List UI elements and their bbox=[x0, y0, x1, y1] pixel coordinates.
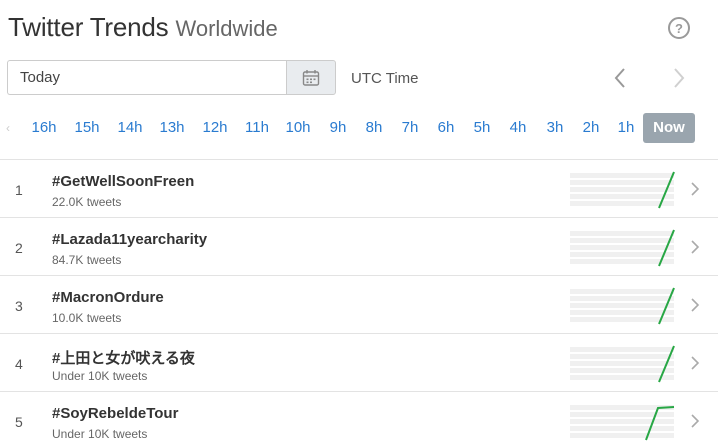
hour-option[interactable]: 2h bbox=[571, 113, 611, 143]
sparkline-band bbox=[570, 426, 674, 431]
sparkline-band bbox=[570, 419, 674, 424]
sparkline-band bbox=[570, 194, 674, 199]
sparkline-band bbox=[570, 252, 674, 257]
hour-option[interactable]: 16h bbox=[24, 113, 64, 143]
previous-day-button[interactable] bbox=[609, 66, 631, 90]
page-title: Twitter Trends bbox=[8, 12, 169, 42]
trend-hashtag[interactable]: #GetWellSoonFreen bbox=[52, 173, 194, 190]
hour-option[interactable]: 12h bbox=[195, 113, 235, 143]
chevron-right-icon[interactable] bbox=[689, 297, 701, 313]
hour-option[interactable]: 14h bbox=[110, 113, 150, 143]
trend-rank: 4 bbox=[15, 356, 23, 372]
hour-option[interactable]: 6h bbox=[426, 113, 466, 143]
sparkline-band bbox=[570, 296, 674, 301]
hour-option[interactable]: 4h bbox=[498, 113, 538, 143]
sparkline-band bbox=[570, 354, 674, 359]
chevron-right-icon[interactable] bbox=[689, 181, 701, 197]
chevron-left-icon bbox=[614, 68, 625, 88]
trend-rank: 5 bbox=[15, 414, 23, 430]
hour-option[interactable]: 9h bbox=[318, 113, 358, 143]
trend-tweet-count: 84.7K tweets bbox=[52, 253, 122, 267]
sparkline-band bbox=[570, 259, 674, 264]
trend-row[interactable]: 4 #上田と女が吠える夜 Under 10K tweets bbox=[0, 333, 718, 391]
trend-sparkline bbox=[570, 345, 675, 383]
trend-tweet-count: 10.0K tweets bbox=[52, 311, 122, 325]
sparkline-band bbox=[570, 173, 674, 178]
sparkline-band bbox=[570, 412, 674, 417]
sparkline-band bbox=[570, 187, 674, 192]
trend-list: 1 #GetWellSoonFreen 22.0K tweets 2 #Lazada11… bbox=[0, 159, 718, 448]
hour-selector: ‹ 16h 15h 14h 13h 12h 11h 10h 9h 8h 7h 6h 5h 4h 3h 2h 1… bbox=[0, 113, 718, 143]
trend-row[interactable]: 1 #GetWellSoonFreen 22.0K tweets bbox=[0, 159, 718, 217]
hour-option[interactable]: 1h bbox=[606, 113, 646, 143]
trend-rank: 3 bbox=[15, 298, 23, 314]
sparkline-band bbox=[570, 361, 674, 366]
hour-option[interactable]: 15h bbox=[67, 113, 107, 143]
hour-scroll-left-indicator: ‹ bbox=[6, 121, 10, 135]
next-day-button[interactable] bbox=[668, 66, 690, 90]
trend-hashtag[interactable]: #上田と女が吠える夜 bbox=[52, 347, 195, 368]
sparkline-band bbox=[570, 368, 674, 373]
trend-hashtag[interactable]: #SoyRebeldeTour bbox=[52, 405, 178, 422]
sparkline-band bbox=[570, 303, 674, 308]
hour-now-button[interactable]: Now bbox=[643, 113, 695, 143]
sparkline-band bbox=[570, 433, 674, 438]
trend-sparkline bbox=[570, 405, 675, 441]
date-input[interactable] bbox=[7, 60, 286, 95]
trend-row[interactable]: 3 #MacronOrdure 10.0K tweets bbox=[0, 275, 718, 333]
trend-rank: 2 bbox=[15, 240, 23, 256]
sparkline-band bbox=[570, 375, 674, 380]
sparkline-band bbox=[570, 238, 674, 243]
hour-option[interactable]: 7h bbox=[390, 113, 430, 143]
sparkline-band bbox=[570, 289, 674, 294]
trend-tweet-count: 22.0K tweets bbox=[52, 195, 122, 209]
chevron-right-icon[interactable] bbox=[689, 413, 701, 429]
timezone-label: UTC Time bbox=[351, 70, 419, 87]
trend-rank: 1 bbox=[15, 182, 23, 198]
sparkline-band bbox=[570, 231, 674, 236]
help-icon[interactable]: ? bbox=[668, 17, 690, 39]
chevron-right-icon bbox=[674, 68, 685, 88]
chevron-right-icon[interactable] bbox=[689, 355, 701, 371]
trend-row[interactable]: 5 #SoyRebeldeTour Under 10K tweets bbox=[0, 391, 718, 448]
sparkline-band bbox=[570, 245, 674, 250]
sparkline-band bbox=[570, 180, 674, 185]
trend-sparkline bbox=[570, 287, 675, 325]
hour-option[interactable]: 10h bbox=[278, 113, 318, 143]
chevron-right-icon[interactable] bbox=[689, 239, 701, 255]
trend-sparkline bbox=[570, 229, 675, 267]
calendar-icon bbox=[302, 69, 320, 86]
location-subtitle: Worldwide bbox=[175, 16, 278, 41]
trend-hashtag[interactable]: #Lazada11yearcharity bbox=[52, 231, 207, 248]
sparkline-band bbox=[570, 201, 674, 206]
hour-option[interactable]: 5h bbox=[462, 113, 502, 143]
trend-tweet-count: Under 10K tweets bbox=[52, 369, 148, 383]
trend-row[interactable]: 2 #Lazada11yearcharity 84.7K tweets bbox=[0, 217, 718, 275]
trend-tweet-count: Under 10K tweets bbox=[52, 427, 148, 441]
sparkline-band bbox=[570, 317, 674, 322]
sparkline-band bbox=[570, 347, 674, 352]
hour-option[interactable]: 13h bbox=[152, 113, 192, 143]
calendar-button[interactable] bbox=[286, 60, 336, 95]
hour-option[interactable]: 3h bbox=[535, 113, 575, 143]
trend-hashtag[interactable]: #MacronOrdure bbox=[52, 289, 164, 306]
twitter-trends-page: Twitter Trends Worldwide ? UTC Time ‹ 16… bbox=[0, 0, 718, 448]
trend-sparkline bbox=[570, 171, 675, 209]
hour-option[interactable]: 8h bbox=[354, 113, 394, 143]
page-header: Twitter Trends Worldwide bbox=[8, 12, 278, 46]
sparkline-band bbox=[570, 310, 674, 315]
hour-option[interactable]: 11h bbox=[237, 113, 277, 143]
